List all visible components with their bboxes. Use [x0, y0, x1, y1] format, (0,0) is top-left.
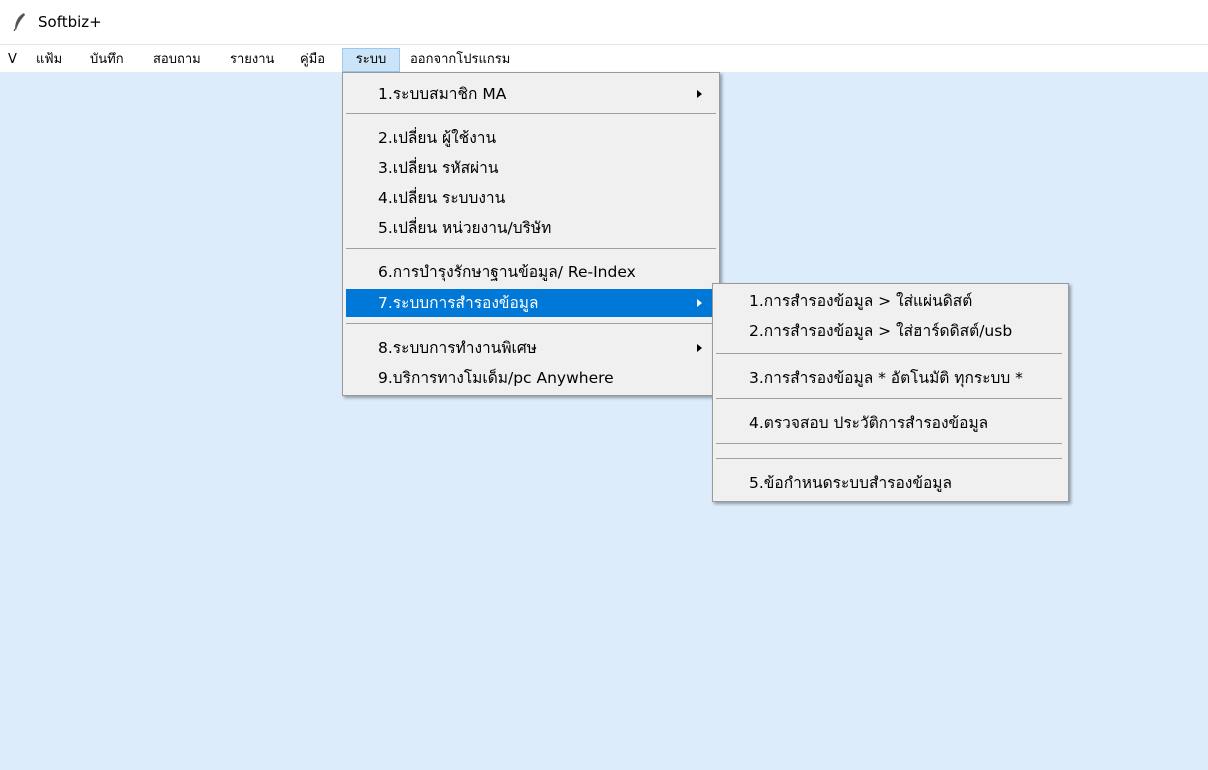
menu-separator	[346, 248, 716, 249]
submenu-item-backup-history[interactable]: 4.ตรวจสอบ ประวัติการสำรองข้อมูล	[716, 410, 1065, 436]
backup-submenu: 1.การสำรองข้อมูล > ใส่แผ่นดิสต์ 2.การสำร…	[712, 283, 1069, 502]
feather-icon	[12, 12, 28, 32]
menu-item-label: 6.การบำรุงรักษาฐานข้อมูล/ Re-Index	[378, 263, 636, 281]
menu-item-label: 4.เปลี่ยน ระบบงาน	[378, 189, 506, 207]
menu-item-label: 3.เปลี่ยน รหัสผ่าน	[378, 159, 499, 177]
menu-inquiry[interactable]: สอบถาม	[153, 48, 201, 72]
menu-v[interactable]: V	[8, 48, 17, 72]
menu-item-label: 1.การสำรองข้อมูล > ใส่แผ่นดิสต์	[749, 292, 973, 310]
menu-item-ma-member-system[interactable]: 1.ระบบสมาชิก MA	[346, 81, 716, 107]
submenu-item-backup-auto-all[interactable]: 3.การสำรองข้อมูล * อัตโนมัติ ทุกระบบ *	[716, 365, 1065, 391]
submenu-item-backup-hdd-usb[interactable]: 2.การสำรองข้อมูล > ใส่ฮาร์ดดิสต์/usb	[716, 318, 1065, 344]
menu-separator	[346, 113, 716, 114]
menu-item-label: 2.เปลี่ยน ผู้ใช้งาน	[378, 129, 497, 147]
menu-file[interactable]: แฟ้ม	[36, 48, 62, 72]
menu-item-special-functions[interactable]: 8.ระบบการทำงานพิเศษ	[346, 335, 716, 361]
submenu-arrow-icon	[697, 90, 702, 98]
menu-item-label: 3.การสำรองข้อมูล * อัตโนมัติ ทุกระบบ *	[749, 369, 1023, 387]
menu-item-database-maintenance[interactable]: 6.การบำรุงรักษาฐานข้อมูล/ Re-Index	[346, 259, 716, 285]
menu-separator	[716, 353, 1062, 354]
menu-item-modem-pc-anywhere[interactable]: 9.บริการทางโมเด็ม/pc Anywhere	[346, 365, 716, 391]
submenu-item-backup-disk[interactable]: 1.การสำรองข้อมูล > ใส่แผ่นดิสต์	[716, 288, 1065, 314]
window-title: Softbiz+	[38, 13, 102, 31]
menu-separator	[716, 398, 1062, 399]
title-bar: Softbiz+	[0, 0, 1208, 44]
menu-item-backup-system[interactable]: 7.ระบบการสำรองข้อมูล	[346, 289, 716, 317]
menu-system[interactable]: ระบบ	[342, 48, 400, 72]
menu-item-label: 5.ข้อกำหนดระบบสำรองข้อมูล	[749, 474, 952, 492]
menu-item-label: 8.ระบบการทำงานพิเศษ	[378, 339, 537, 357]
menu-bar: V แฟ้ม บันทึก สอบถาม รายงาน คู่มือ ระบบ …	[0, 44, 1208, 72]
menu-item-label: 9.บริการทางโมเด็ม/pc Anywhere	[378, 369, 614, 387]
menu-item-label: 2.การสำรองข้อมูล > ใส่ฮาร์ดดิสต์/usb	[749, 322, 1013, 340]
system-menu: 1.ระบบสมาชิก MA 2.เปลี่ยน ผู้ใช้งาน 3.เป…	[342, 72, 720, 396]
menu-item-change-user[interactable]: 2.เปลี่ยน ผู้ใช้งาน	[346, 125, 716, 151]
submenu-arrow-icon	[697, 344, 702, 352]
menu-item-change-system[interactable]: 4.เปลี่ยน ระบบงาน	[346, 185, 716, 211]
menu-report[interactable]: รายงาน	[230, 48, 274, 72]
menu-manual[interactable]: คู่มือ	[300, 48, 325, 72]
menu-item-label: 1.ระบบสมาชิก MA	[378, 85, 507, 103]
menu-exit-program[interactable]: ออกจากโปรแกรม	[410, 48, 510, 72]
menu-item-change-password[interactable]: 3.เปลี่ยน รหัสผ่าน	[346, 155, 716, 181]
menu-separator	[346, 323, 716, 324]
menu-record[interactable]: บันทึก	[90, 48, 124, 72]
menu-item-label: 5.เปลี่ยน หน่วยงาน/บริษัท	[378, 219, 552, 237]
submenu-item-backup-settings[interactable]: 5.ข้อกำหนดระบบสำรองข้อมูล	[716, 470, 1065, 496]
menu-item-change-company[interactable]: 5.เปลี่ยน หน่วยงาน/บริษัท	[346, 215, 716, 241]
menu-item-label: 7.ระบบการสำรองข้อมูล	[378, 294, 539, 312]
menu-item-label: 4.ตรวจสอบ ประวัติการสำรองข้อมูล	[749, 414, 989, 432]
submenu-arrow-icon	[697, 299, 702, 307]
menu-separator	[716, 458, 1062, 459]
menu-separator	[716, 443, 1062, 444]
